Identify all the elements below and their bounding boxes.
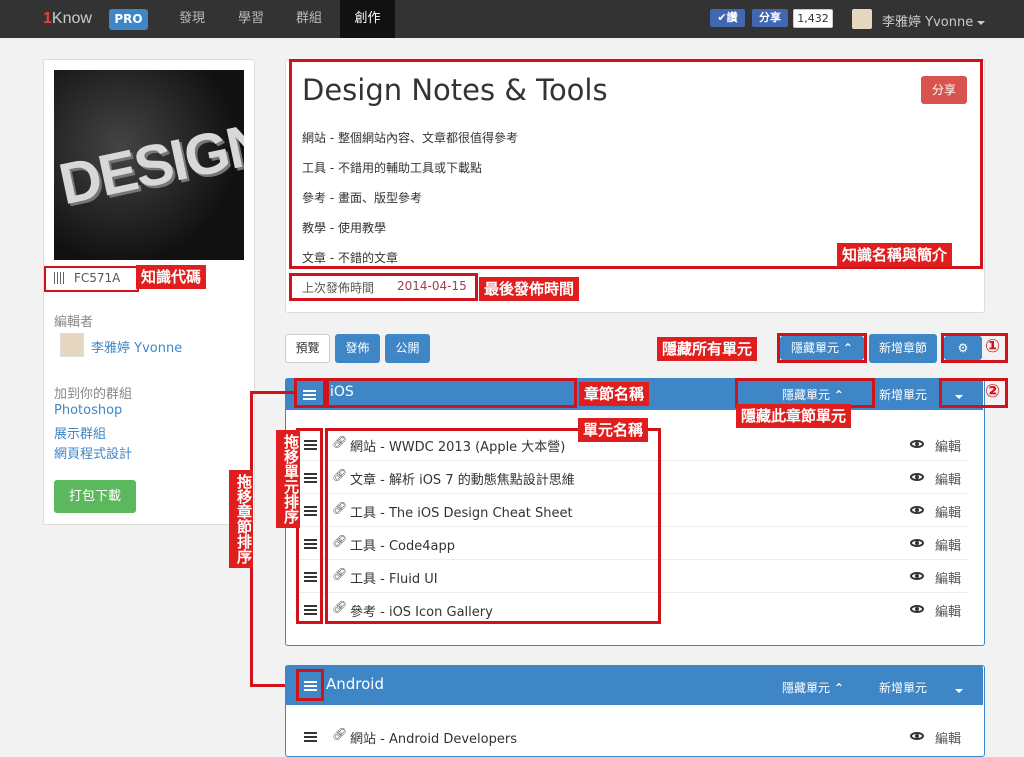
fb-share-button[interactable]: 分享 (752, 9, 788, 27)
edit-link[interactable]: 編輯 (935, 436, 961, 455)
nav-learn[interactable]: 學習 (225, 0, 277, 38)
chapter-dropdown-button[interactable] (951, 389, 963, 404)
edit-link[interactable]: 編輯 (935, 469, 961, 488)
nav-create[interactable]: 創作 (340, 0, 395, 38)
desc-line: 教學 - 使用教學 (302, 221, 386, 235)
fb-like-button[interactable]: ✔讚 (710, 9, 745, 27)
annotation-drag-chapters: 拖移章節排序 (229, 470, 253, 568)
annotation-connector-top (250, 391, 296, 394)
chapter-drag-handle[interactable] (304, 680, 317, 695)
knowledge-code: FC571A (44, 266, 139, 292)
add-unit-button[interactable]: 新增單元 (879, 679, 927, 696)
eye-icon[interactable] (910, 572, 924, 580)
eye-icon[interactable] (910, 440, 924, 448)
chevron-down-icon (977, 20, 986, 25)
drag-handle-icon (304, 681, 317, 691)
share-button[interactable]: 分享 (921, 76, 967, 104)
brand-logo[interactable]: 1Know (43, 10, 92, 28)
eye-icon[interactable] (910, 506, 924, 514)
annotation-frame-unit-grips (296, 428, 323, 624)
nav-groups[interactable]: 群組 (283, 0, 335, 38)
preview-button[interactable]: 預覽 (285, 334, 330, 363)
public-button[interactable]: 公開 (385, 334, 430, 363)
chevron-down-icon (955, 394, 963, 399)
edit-link[interactable]: 編輯 (935, 601, 961, 620)
annotation-frame-chapter-name (326, 378, 577, 408)
unit-name[interactable]: 網站 - Android Developers (350, 728, 517, 747)
annotation-chapter-name: 章節名稱 (579, 382, 650, 406)
top-navbar: 1Know PRO 發現 學習 群組 創作 ✔讚 分享 1,432 李雅婷 Yv… (0, 0, 1024, 38)
desc-line: 文章 - 不錯的文章 (302, 251, 398, 265)
annotation-drag-units: 拖移單元排序 (276, 430, 300, 528)
chevron-down-icon (955, 688, 963, 693)
publish-button[interactable]: 發佈 (335, 334, 380, 363)
last-publish-label: 上次發佈時間 (302, 281, 375, 295)
desc-line: 網站 - 整個網站內容、文章都很值得參考 (302, 131, 518, 145)
edit-link[interactable]: 編輯 (935, 502, 961, 521)
download-package-button[interactable]: 打包下載 (54, 480, 136, 513)
pro-badge: PRO (109, 9, 148, 30)
hide-chapter-units-button[interactable]: 隱藏單元 ⌃ (782, 679, 844, 696)
group-link-photoshop[interactable]: Photoshop (54, 403, 122, 418)
drag-handle-icon (303, 390, 316, 400)
annotation-hide-chapter: 隱藏此章節單元 (736, 404, 852, 428)
annotation-hide-all: 隱藏所有單元 (657, 337, 758, 361)
annotation-num-2: ② (985, 381, 1001, 402)
add-unit-button[interactable]: 新增單元 (879, 386, 927, 403)
eye-icon[interactable] (910, 473, 924, 481)
knowledge-title: Design Notes & Tools (302, 73, 608, 107)
desc-line: 工具 - 不錯用的輔助工具或下載點 (302, 161, 482, 175)
annotation-num-1: ① (985, 336, 1001, 357)
annotation-unit-name: 單元名稱 (578, 418, 649, 442)
hide-chapter-units-button[interactable]: 隱藏單元 ⌃ (782, 386, 844, 403)
chevron-up-icon: ⌃ (833, 388, 844, 402)
editor-heading: 編輯者 (54, 315, 94, 330)
gear-icon: ⚙ (957, 341, 969, 355)
annotation-name-intro: 知識名稱與簡介 (837, 243, 953, 267)
edit-link[interactable]: 編輯 (935, 535, 961, 554)
annotation-code: 知識代碼 (136, 265, 207, 289)
eye-icon[interactable] (910, 605, 924, 613)
cover-text: DESIGN (54, 109, 244, 218)
chevron-up-icon: ⌃ (833, 681, 844, 695)
group-link-demo[interactable]: 展示群組 (54, 423, 106, 442)
chapter-name[interactable]: iOS (330, 384, 354, 400)
chapter-drag-handle[interactable] (303, 389, 316, 404)
eye-icon[interactable] (910, 539, 924, 547)
eye-icon[interactable] (910, 732, 924, 740)
edit-link[interactable]: 編輯 (935, 728, 961, 747)
chapter-dropdown-button[interactable] (951, 683, 963, 698)
nav-discover[interactable]: 發現 (166, 0, 218, 38)
chevron-up-icon: ⌃ (842, 341, 853, 355)
settings-gear-button[interactable]: ⚙ (944, 336, 982, 360)
annotation-last-publish: 最後發佈時間 (479, 277, 580, 301)
unit-row: 🔗︎ 網站 - Android Developers 編輯 (298, 720, 968, 752)
link-icon: 🔗︎ (332, 727, 348, 741)
group-link-webdev[interactable]: 網頁程式設計 (54, 443, 132, 462)
add-chapter-button[interactable]: 新增章節 (869, 334, 937, 363)
hide-all-units-button[interactable]: 隱藏單元 ⌃ (780, 336, 864, 360)
knowledge-cover-image: DESIGN (54, 70, 244, 260)
editor-name-link[interactable]: 李雅婷 Yvonne (91, 337, 182, 356)
user-menu[interactable]: 李雅婷 Yvonne (882, 11, 986, 30)
editor-avatar (60, 333, 84, 357)
user-avatar[interactable] (852, 9, 872, 29)
chapter-name[interactable]: Android (326, 675, 384, 693)
drag-handle-icon[interactable] (304, 732, 317, 742)
last-publish-date: 2014-04-15 (397, 279, 467, 293)
share-count: 1,432 (793, 9, 833, 28)
edit-link[interactable]: 編輯 (935, 568, 961, 587)
barcode-icon (54, 272, 66, 284)
annotation-frame-unit-names (325, 428, 661, 624)
desc-line: 參考 - 畫面、版型參考 (302, 191, 422, 205)
groups-heading: 加到你的群組 (54, 387, 133, 402)
